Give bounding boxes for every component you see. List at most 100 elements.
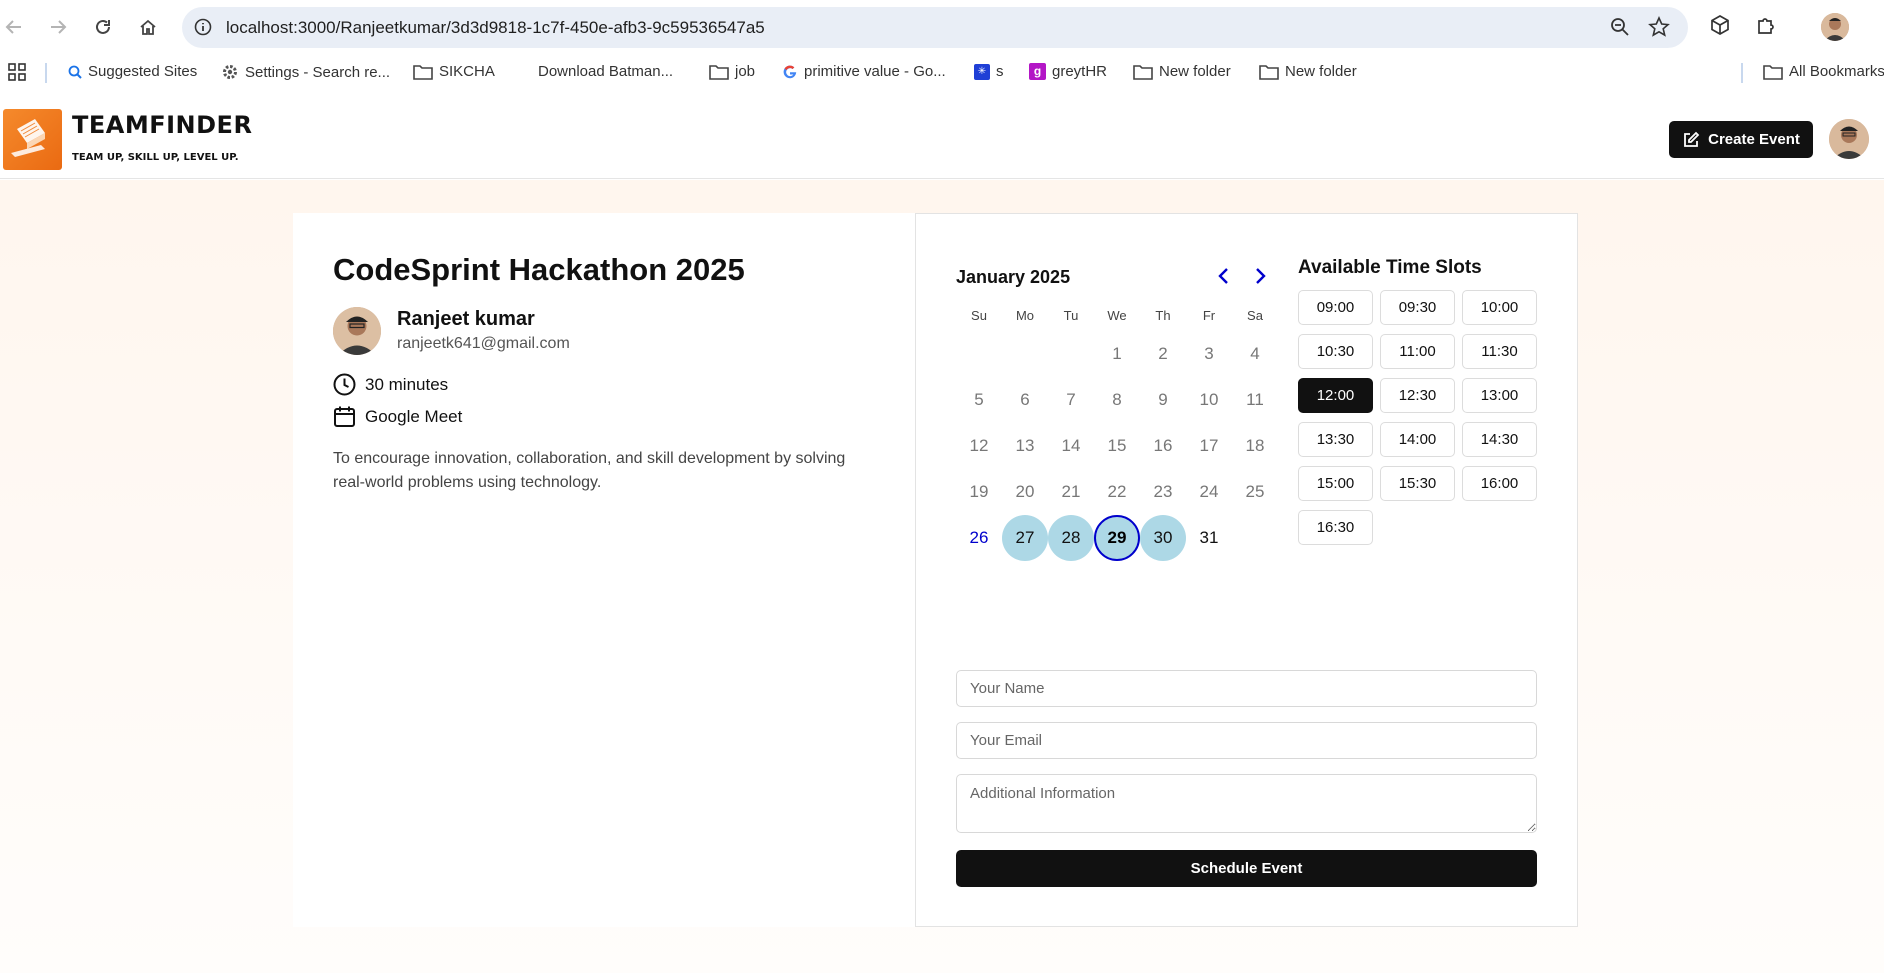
calendar-day: 21 (1061, 482, 1081, 501)
calendar-day: 19 (969, 482, 989, 501)
bookmark-download-batman[interactable]: Download Batman... (516, 63, 673, 80)
calendar-day: 17 (1199, 436, 1219, 455)
calendar-day: 23 (1153, 482, 1173, 501)
time-slot-selected[interactable]: 12:00 (1298, 378, 1373, 413)
back-icon[interactable] (1, 14, 27, 40)
weekday-header: Tu (1063, 308, 1079, 323)
event-title: CodeSprint Hackathon 2025 (333, 252, 745, 287)
bookmark-job[interactable]: job (709, 63, 755, 80)
time-slot[interactable]: 14:30 (1462, 422, 1537, 457)
host-avatar (333, 307, 381, 355)
extension-cube-icon[interactable] (1709, 14, 1731, 41)
zoom-icon[interactable] (1610, 17, 1630, 42)
calendar-day[interactable]: 27 (1002, 515, 1048, 561)
calendar-day: 2 (1158, 344, 1168, 363)
bookmark-s[interactable]: ✳ s (974, 63, 1004, 80)
calendar-day: 9 (1158, 390, 1168, 409)
all-bookmarks[interactable]: All Bookmarks (1763, 63, 1884, 80)
calendar-day: 4 (1250, 344, 1260, 363)
calendar-day: 25 (1245, 482, 1265, 501)
email-input[interactable] (956, 722, 1537, 759)
bookmarks-separator (45, 63, 47, 83)
bookmark-settings[interactable]: Settings - Search re... (221, 63, 390, 81)
event-description: To encourage innovation, collaboration, … (333, 450, 846, 491)
time-slot[interactable]: 12:30 (1380, 378, 1455, 413)
weekday-header: We (1107, 308, 1127, 323)
folder-icon (709, 64, 729, 80)
time-slot[interactable]: 11:30 (1462, 334, 1537, 369)
brand-tagline: TEAM UP, SKILL UP, LEVEL UP. (72, 152, 239, 163)
calendar-day: 13 (1015, 436, 1035, 455)
schedule-event-button[interactable]: Schedule Event (956, 850, 1537, 887)
host-email: ranjeetk641@gmail.com (397, 335, 570, 352)
weekday-header: Fr (1202, 308, 1216, 323)
home-icon[interactable] (135, 14, 161, 40)
time-slot[interactable]: 10:30 (1298, 334, 1373, 369)
bookmarks-bar: Suggested Sites Settings - Search re... … (0, 55, 1884, 91)
weekday-header: Th (1155, 308, 1171, 323)
bookmark-suggested-sites[interactable]: Suggested Sites (68, 63, 197, 80)
time-slot[interactable]: 11:00 (1380, 334, 1455, 369)
folder-icon (1133, 64, 1153, 80)
additional-info-textarea[interactable] (956, 774, 1537, 833)
calendar-day: 22 (1107, 482, 1127, 501)
calendar-day: 20 (1015, 482, 1035, 501)
calendar-day: 12 (969, 436, 989, 455)
bookmark-sikcha[interactable]: SIKCHA (413, 63, 495, 80)
time-slot[interactable]: 13:30 (1298, 422, 1373, 457)
bookmark-new-folder-2[interactable]: New folder (1259, 63, 1357, 80)
time-slots-title: Available Time Slots (1298, 257, 1482, 278)
calendar-day: 26 (969, 528, 989, 547)
time-slot[interactable]: 09:30 (1380, 290, 1455, 325)
bookmark-new-folder-1[interactable]: New folder (1133, 63, 1231, 80)
host-name: Ranjeet kumar (397, 308, 535, 330)
time-slot[interactable]: 16:00 (1462, 466, 1537, 501)
calendar-day: 1 (1112, 344, 1122, 363)
weekday-header: Su (971, 308, 987, 323)
calendar-day: 10 (1199, 390, 1219, 409)
create-event-button[interactable]: Create Event (1669, 121, 1813, 158)
url-text[interactable]: localhost:3000/Ranjeetkumar/3d3d9818-1c7… (226, 18, 765, 38)
next-month-icon[interactable] (1251, 266, 1271, 286)
edit-icon (1684, 131, 1700, 147)
time-slot[interactable]: 15:00 (1298, 466, 1373, 501)
calendar-day: 7 (1066, 390, 1076, 409)
prev-month-icon[interactable] (1213, 266, 1233, 286)
time-slot[interactable]: 14:00 (1380, 422, 1455, 457)
folder-icon (1763, 64, 1783, 80)
time-slot[interactable]: 10:00 (1462, 290, 1537, 325)
app-icon: ✳ (974, 63, 990, 80)
forward-icon[interactable] (45, 14, 71, 40)
apps-grid-icon[interactable] (8, 63, 26, 81)
weekday-header: Sa (1247, 308, 1263, 323)
calendar-day[interactable]: 30 (1140, 515, 1186, 561)
time-slot[interactable]: 15:30 (1380, 466, 1455, 501)
browser-profile-avatar[interactable] (1821, 13, 1849, 41)
extensions-puzzle-icon[interactable] (1755, 14, 1777, 41)
weekday-header: Mo (1015, 308, 1035, 323)
name-input[interactable] (956, 670, 1537, 707)
time-slot[interactable]: 16:30 (1298, 510, 1373, 545)
address-bar[interactable]: localhost:3000/Ranjeetkumar/3d3d9818-1c7… (182, 7, 1688, 48)
calendar-day: 24 (1199, 482, 1219, 501)
reload-icon[interactable] (90, 14, 116, 40)
brand-name: TEAMFINDER (72, 111, 253, 139)
time-slot[interactable]: 09:00 (1298, 290, 1373, 325)
google-icon (783, 65, 797, 78)
site-info-icon[interactable] (194, 18, 212, 41)
calendar-day: 31 (1199, 528, 1219, 547)
bookmarks-separator (1741, 63, 1743, 83)
calendar-day[interactable]: 28 (1048, 515, 1094, 561)
bookmark-primitive-value[interactable]: primitive value - Go... (782, 63, 946, 80)
folder-icon (1259, 64, 1279, 80)
user-avatar[interactable] (1829, 119, 1869, 159)
calendar-day-selected[interactable]: 29 (1094, 515, 1140, 561)
greythr-icon: g (1029, 63, 1046, 80)
calendar-day: 5 (974, 390, 984, 409)
calendar-day: 6 (1020, 390, 1030, 409)
calendar-day: 8 (1112, 390, 1122, 409)
bookmark-star-icon[interactable] (1648, 16, 1670, 43)
time-slot[interactable]: 13:00 (1462, 378, 1537, 413)
teamfinder-logo-icon[interactable] (3, 109, 62, 170)
bookmark-greythr[interactable]: g greytHR (1029, 63, 1107, 80)
